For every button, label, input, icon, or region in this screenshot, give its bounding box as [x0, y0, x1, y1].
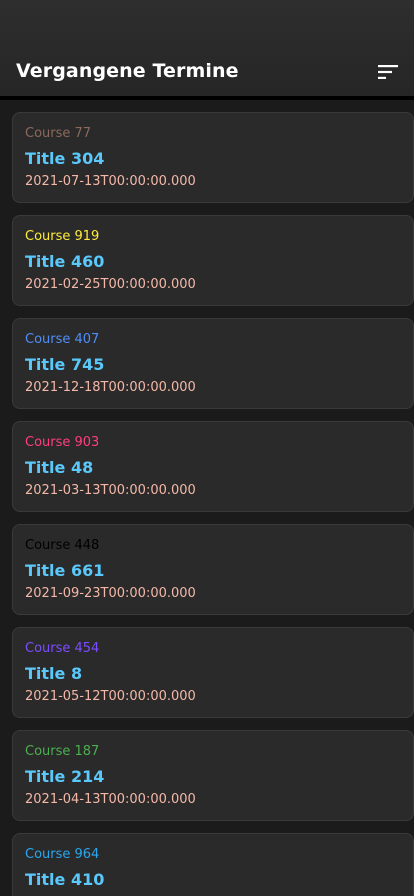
appointment-title: Title 214	[25, 767, 105, 786]
appointment-date: 2021-03-13T00:00:00.000	[25, 483, 196, 498]
appointment-date: 2021-09-23T00:00:00.000	[25, 586, 196, 601]
sort-button[interactable]	[374, 58, 402, 86]
appointment-card[interactable]: Course 903 Title 48 2021-03-13T00:00:00.00…	[12, 421, 414, 512]
appointment-title: Title 48	[25, 458, 94, 477]
course-label: Course 407	[25, 332, 100, 347]
course-label: Course 77	[25, 126, 92, 141]
app-bar: Vergangene Termine	[0, 0, 414, 100]
appointment-card[interactable]: Course 407 Title 745 2021-12-18T00:00:00.0…	[12, 318, 414, 409]
appointment-title: Title 460	[25, 252, 105, 271]
app-screen: Vergangene Termine Course 77 Title 304 202…	[0, 0, 414, 896]
appointment-title: Title 8	[25, 664, 83, 683]
appointment-card[interactable]: Course 454 Title 8 2021-05-12T00:00:00.000	[12, 627, 414, 718]
appointment-date: 2021-07-13T00:00:00.000	[25, 174, 196, 189]
course-label: Course 964	[25, 847, 100, 862]
appointment-card[interactable]: Course 919 Title 460 2021-02-25T00:00:00.0…	[12, 215, 414, 306]
sort-icon	[378, 65, 398, 79]
course-label: Course 903	[25, 435, 100, 450]
course-label: Course 448	[25, 538, 100, 553]
page-title: Vergangene Termine	[16, 60, 239, 82]
appointment-title: Title 745	[25, 355, 105, 374]
appointment-date: 2021-02-25T00:00:00.000	[25, 277, 196, 292]
course-label: Course 919	[25, 229, 100, 244]
appointment-title: Title 304	[25, 149, 105, 168]
appointment-title: Title 661	[25, 561, 105, 580]
appointment-card[interactable]: Course 964 Title 410	[12, 833, 414, 896]
appointment-date: 2021-04-13T00:00:00.000	[25, 792, 196, 807]
course-label: Course 454	[25, 641, 100, 656]
appointment-list: Course 77 Title 304 2021-07-13T00:00:00.00…	[12, 112, 414, 896]
appointment-date: 2021-12-18T00:00:00.000	[25, 380, 196, 395]
appointment-card[interactable]: Course 187 Title 214 2021-04-13T00:00:00.0…	[12, 730, 414, 821]
appointment-date: 2021-05-12T00:00:00.000	[25, 689, 196, 704]
appointment-card[interactable]: Course 77 Title 304 2021-07-13T00:00:00.00…	[12, 112, 414, 203]
appointment-title: Title 410	[25, 870, 105, 889]
appointment-card[interactable]: Course 448 Title 661 2021-09-23T00:00:00.0…	[12, 524, 414, 615]
course-label: Course 187	[25, 744, 100, 759]
